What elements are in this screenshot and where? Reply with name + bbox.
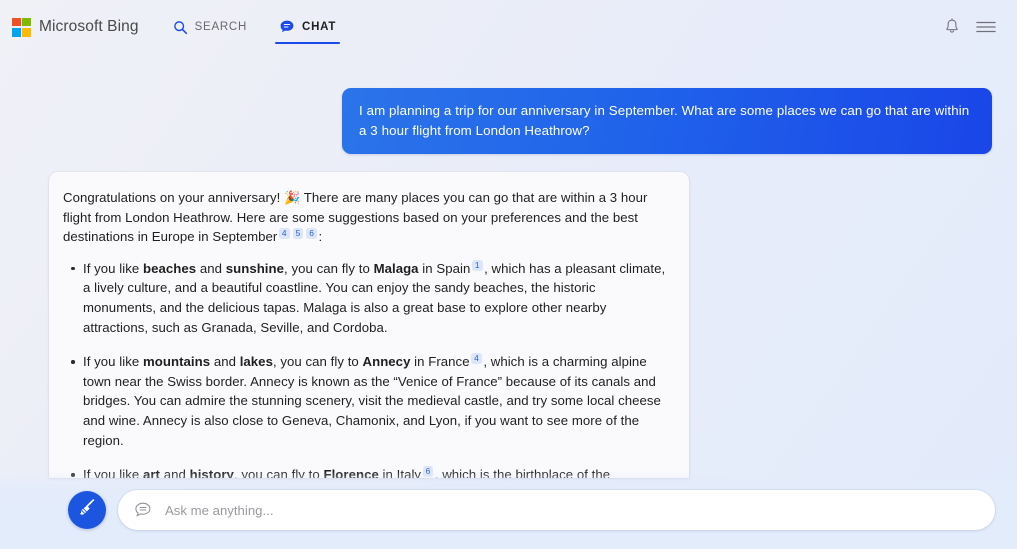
bullet-mid: and [210, 354, 240, 370]
intro-text-part1: Congratulations on your anniversary! [63, 190, 281, 205]
chat-bubble-outline-icon [134, 501, 152, 519]
party-popper-icon: 🎉 [284, 190, 301, 205]
top-navigation-bar: Microsoft Bing SEARCH CHAT [0, 0, 1017, 54]
tab-search[interactable]: SEARCH [169, 0, 251, 54]
brand-name-label: Microsoft Bing [39, 18, 139, 35]
user-message-row: I am planning a trip for our anniversary… [0, 54, 1017, 154]
citation-badge[interactable]: 4 [471, 353, 482, 365]
assistant-intro-paragraph: Congratulations on your anniversary! 🎉 T… [63, 188, 669, 247]
bullet-country: in France [410, 354, 470, 370]
bullet-lead: If you like [83, 354, 143, 370]
search-icon [173, 20, 188, 35]
intro-colon: : [318, 229, 323, 245]
new-topic-button[interactable] [68, 491, 106, 529]
list-item: If you like mountains and lakes, you can… [63, 352, 669, 450]
bullet-country: in Spain [418, 260, 471, 276]
bullet-place: Annecy [362, 354, 411, 370]
composer-bar [0, 471, 1017, 549]
bullet-mid: and [196, 260, 226, 276]
chat-input-container[interactable] [118, 490, 995, 530]
citation-badge[interactable]: 4 [278, 228, 290, 240]
hamburger-menu-icon[interactable] [969, 10, 1003, 44]
citation-badge[interactable]: 5 [292, 228, 304, 240]
assistant-answer-card: Congratulations on your anniversary! 🎉 T… [49, 172, 689, 478]
bullet-keyword: sunshine [225, 260, 285, 276]
bullet-lead: If you like [83, 260, 143, 276]
notifications-bell-icon[interactable] [935, 10, 969, 44]
chat-input[interactable] [165, 490, 979, 530]
list-item: If you like beaches and sunshine, you ca… [63, 259, 669, 337]
bullet-mid: , you can fly to [272, 354, 363, 370]
user-message-bubble: I am planning a trip for our anniversary… [342, 88, 992, 154]
broom-icon [76, 497, 98, 524]
bing-brand-logo[interactable]: Microsoft Bing [12, 17, 139, 37]
citation-badge[interactable]: 1 [471, 259, 483, 271]
microsoft-logo-icon [12, 17, 31, 37]
tab-search-label: SEARCH [194, 21, 248, 33]
bullet-keyword: mountains [142, 354, 211, 370]
tab-chat[interactable]: CHAT [275, 0, 341, 54]
bullet-place: Malaga [373, 260, 419, 276]
suggestions-list: If you like beaches and sunshine, you ca… [63, 259, 669, 478]
chat-bubble-icon [279, 19, 295, 35]
bullet-keyword: beaches [142, 260, 197, 276]
tab-chat-label: CHAT [302, 21, 337, 33]
bullet-mid: , you can fly to [284, 260, 374, 276]
bullet-keyword: lakes [239, 354, 273, 370]
citation-badge[interactable]: 6 [306, 228, 318, 240]
